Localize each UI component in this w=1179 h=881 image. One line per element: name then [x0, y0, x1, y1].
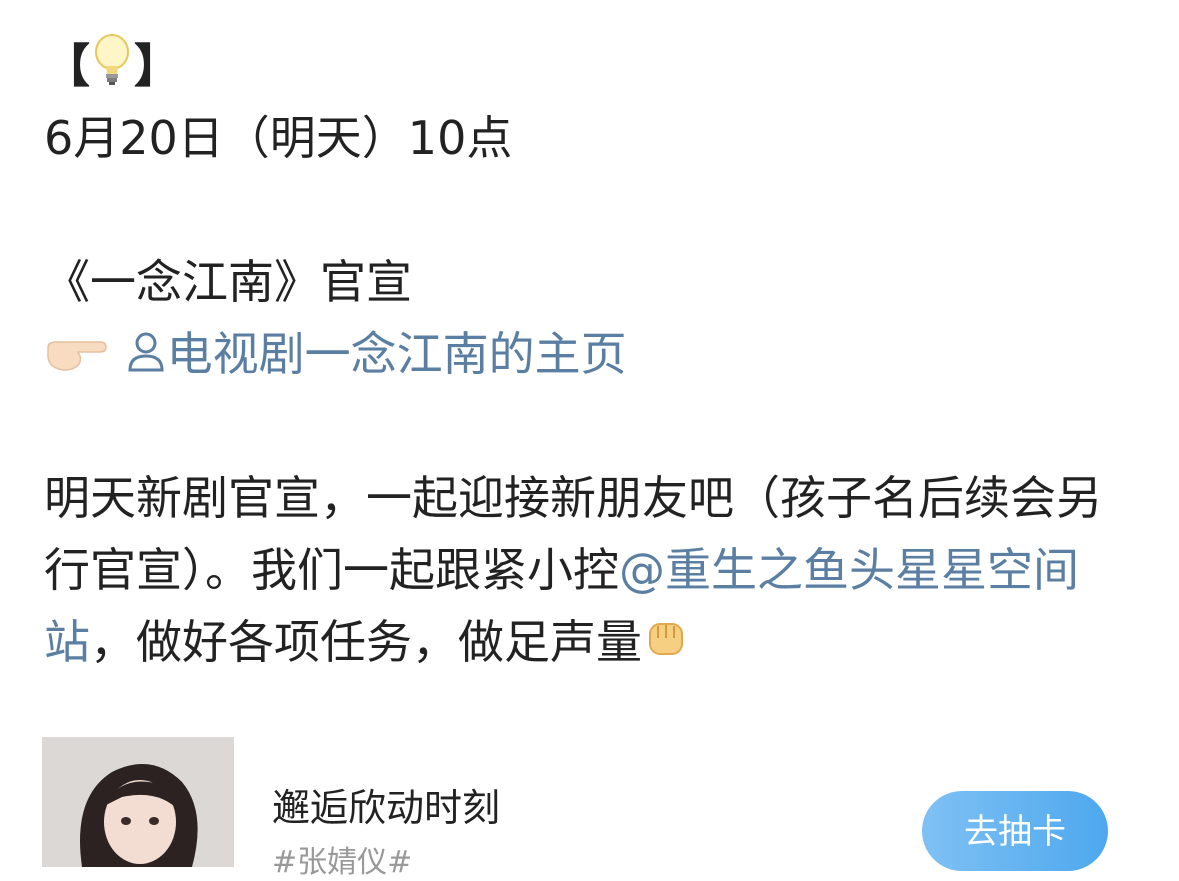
user-icon [125, 322, 167, 394]
bracket-close: 】 [134, 39, 180, 93]
post-content: 【 】 6月20日（明天）10点 《一念江南》官宣 电视剧一念江南的主页 明天新… [44, 30, 1144, 682]
lightbulb-icon [90, 32, 134, 108]
draw-card-widget[interactable]: 邂逅欣动时刻 #张婧仪# 去抽卡 [42, 737, 1142, 880]
date-line: 6月20日（明天）10点 [44, 111, 513, 165]
title-line: 《一念江南》官宣 [44, 255, 412, 309]
card-subtitle: #张婧仪# [272, 845, 413, 880]
post-body: 明天新剧官宣，一起迎接新朋友吧（孩子名后续会另行官宣）。我们一起跟紧小控@重生之… [44, 462, 1144, 682]
profile-line[interactable]: 电视剧一念江南的主页 [44, 318, 1144, 390]
body-text-part2: ，做好各项任务，做足声量 [90, 615, 642, 669]
bracket-open: 【 [44, 39, 90, 93]
header-line: 【 】 [44, 30, 1144, 102]
pointing-right-hand-icon [44, 322, 110, 394]
card-thumbnail [42, 737, 234, 867]
profile-link[interactable]: 电视剧一念江南的主页 [167, 327, 627, 381]
draw-card-button[interactable]: 去抽卡 [922, 791, 1108, 871]
card-title: 邂逅欣动时刻 [272, 786, 501, 830]
raised-fist-icon [642, 610, 690, 682]
